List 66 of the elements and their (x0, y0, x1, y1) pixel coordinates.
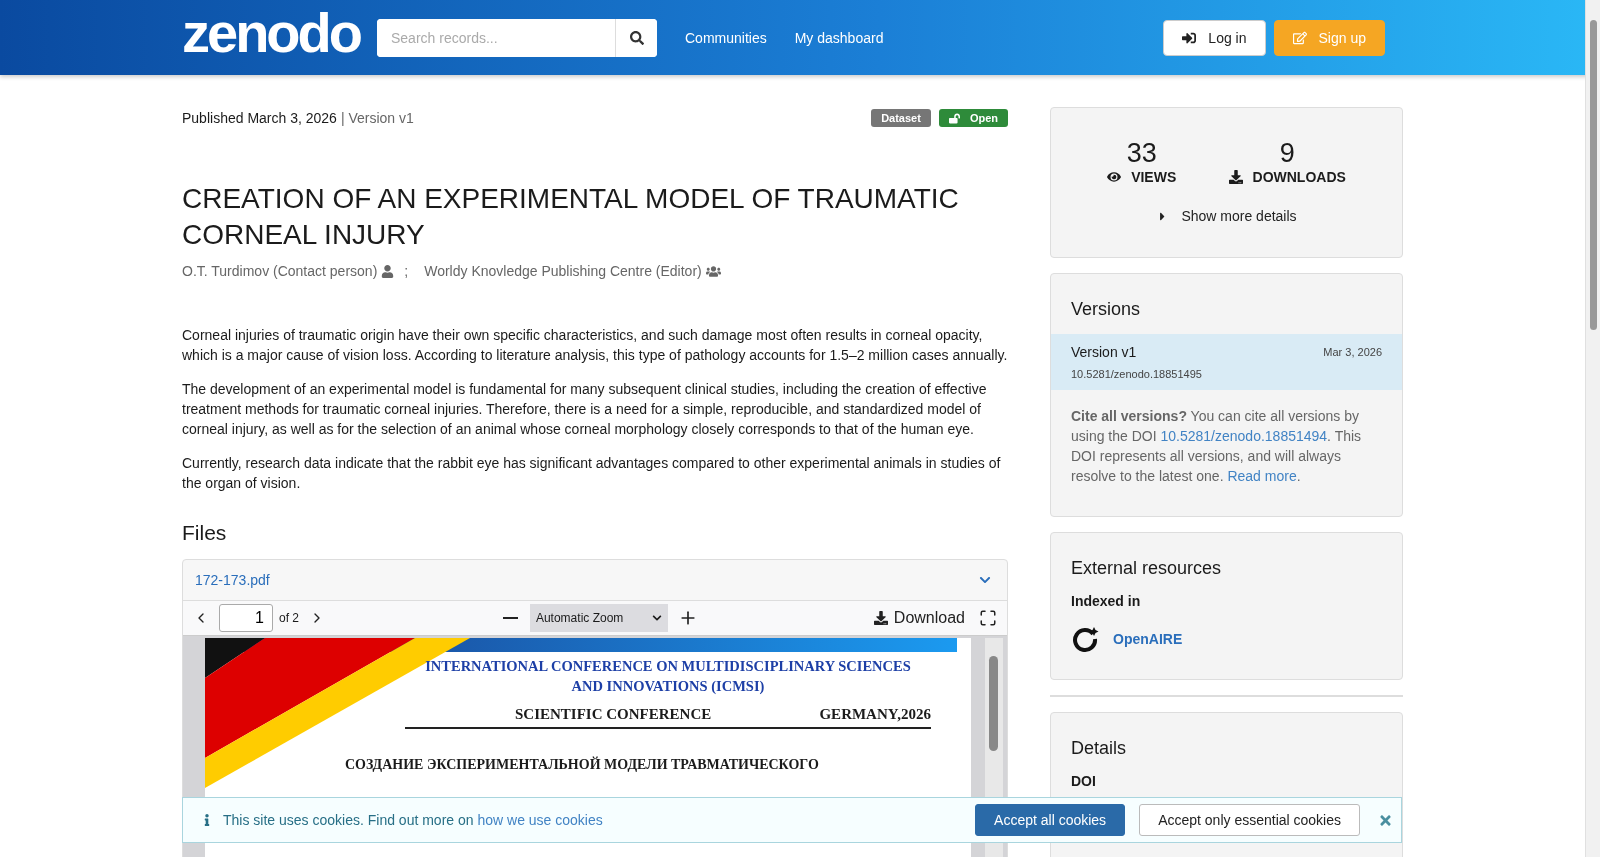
card-heading: External resources (1070, 557, 1223, 580)
card-heading: Details (1070, 737, 1128, 760)
chevron-icon[interactable] (979, 574, 991, 586)
cookie-link[interactable]: how we use cookies (477, 812, 603, 828)
cite-text: Cite all versions? You can cite all versions by using the DOI 10.5281/zenodo.18851494. This DOI represents all versions, and will always resolve to the latest one. Read more. (1070, 407, 1363, 486)
zoom-select[interactable]: Automatic Zoom (529, 604, 668, 632)
scroll-thumb[interactable] (989, 656, 998, 751)
minus-icon (502, 617, 518, 619)
ring-icon (1071, 625, 1099, 653)
fullscreen-icon (979, 609, 997, 627)
stat-label: VIEWS (1107, 169, 1177, 185)
creator-link[interactable]: Worldy Knovledge Publishing Centre (Editor) (424, 263, 702, 279)
accept-all-button[interactable]: Accept all cookies (975, 804, 1126, 836)
record-title: CREATION OF AN EXPERIMENTAL MODEL OF TRAUMATIC CORNEAL INJURY (182, 182, 960, 252)
unlock-icon (948, 112, 960, 124)
version-label: | Version v1 (340, 110, 414, 126)
access-badge: Open (938, 109, 1008, 127)
subheading: Indexed in (1070, 593, 1142, 611)
search-field[interactable]: Search records... (377, 18, 657, 57)
description-paragraph: Currently, research data indicate that the rabbit eye has significant advantages compared to other experimental animals in studies of the organ of vision. (182, 454, 1002, 493)
version-link[interactable]: Version v1 (1071, 344, 1137, 360)
group-icon (705, 263, 721, 279)
nav-link[interactable]: My dashboard (794, 29, 884, 46)
stat-label: DOWNLOADS (1228, 169, 1346, 185)
scroll-thumb[interactable] (1590, 20, 1597, 330)
logo[interactable]: zenodo (182, 4, 377, 61)
document-text: GERMANY,2026 (819, 706, 931, 723)
version-date: Mar 3, 2026 (1323, 346, 1382, 358)
version-row[interactable]: Version v1 Mar 3, 2026 10.5281/zenodo.18851495 (1051, 334, 1402, 390)
show-more-button[interactable]: Show more details (1150, 207, 1303, 225)
page-count: of 2 (279, 611, 299, 625)
document-text: SCIENTIFIC CONFERENCE (515, 706, 712, 723)
card-heading: Versions (1070, 298, 1142, 321)
file-link[interactable]: 172-173.pdf (195, 572, 270, 588)
creator-link[interactable]: O.T. Turdimov (Contact person) (182, 263, 378, 279)
search-icon (629, 30, 644, 45)
field-label: DOI (1070, 773, 1097, 791)
sign-in-icon (1182, 30, 1197, 45)
stat-value: 33 (1126, 138, 1157, 169)
description-paragraph: The development of an experimental model is fundamental for many subsequent clinical studies, including the creation of effective treatment methods for traumatic corneal injuries. Therefore, there is a need for a simple, reproducible, and standardized model of corneal injury, as well as for the selection of an animal whose corneal morphology closely corresponds to that of the human eye. (182, 380, 988, 439)
separator: ; (404, 263, 409, 279)
download-button[interactable]: Download (869, 605, 969, 631)
publication-date: Published March 3, 2026 (182, 110, 337, 126)
document-heading: INTERNATIONAL CONFERENCE ON MULTIDISCIPLINARY SCIENCES (424, 657, 912, 676)
cookie-text: This site uses cookies. Find out more on how we use cookies (223, 812, 604, 828)
log-in-button[interactable]: Log in (1163, 19, 1266, 56)
close-icon (1378, 812, 1393, 828)
nav-link[interactable]: Communities (685, 29, 767, 46)
stat-value: 9 (1279, 138, 1295, 169)
caret-icon (651, 613, 662, 623)
version-doi: 10.5281/zenodo.18851495 (1071, 368, 1203, 380)
document-heading: AND INNOVATIONS (ICMSI) (570, 677, 766, 696)
download-icon (873, 611, 888, 625)
description-paragraph: Corneal injuries of traumatic origin have their own specific characteristics, and such damage most often results in corneal opacity, which is a major cause of vision loss. According to literature analysis, this type of pathology accounts for 1.5–2 million cases annually. (182, 326, 1008, 365)
document-title: СОЗДАНИЕ ЭКСПЕРИМЕНТАЛЬНОЙ МОДЕЛИ ТРАВМАТИЧЕСКОГО (345, 757, 820, 773)
download-icon (1228, 170, 1243, 184)
page-number-field[interactable]: 1 (219, 604, 273, 632)
person-icon (381, 264, 395, 278)
eye-icon (1107, 170, 1122, 184)
files-heading: Files (182, 521, 228, 545)
edit-icon (1292, 30, 1307, 45)
type-badge: Dataset (871, 109, 931, 127)
search-button[interactable] (615, 18, 657, 57)
external-link[interactable]: OpenAIRE (1113, 631, 1183, 647)
read-more-link[interactable]: Read more (1227, 468, 1297, 484)
accept-essential-button[interactable]: Accept only essential cookies (1139, 804, 1360, 836)
